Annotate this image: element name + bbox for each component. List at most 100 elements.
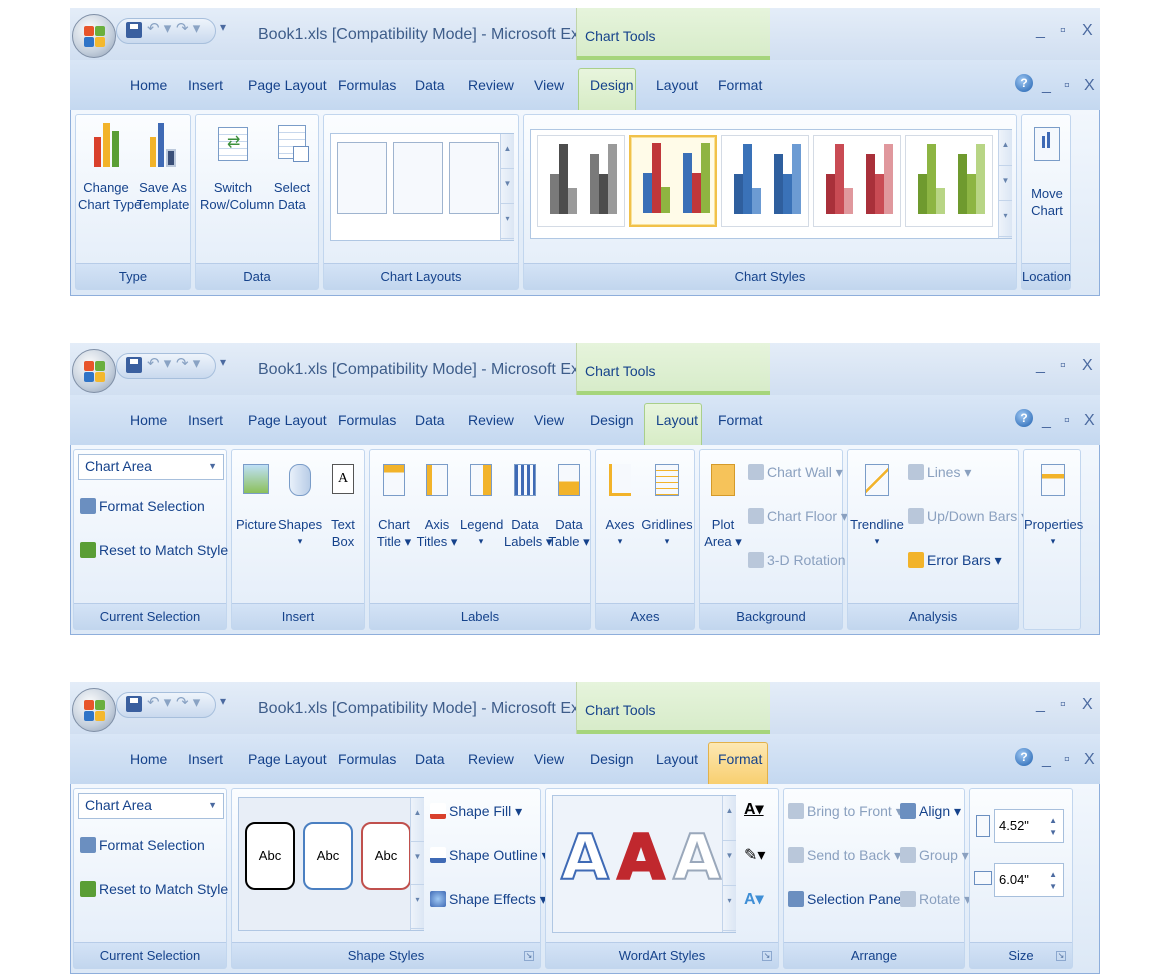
tab-layout[interactable]: Layout: [656, 412, 698, 428]
tab-format[interactable]: Format: [718, 412, 762, 428]
chart-style-thumb-4[interactable]: [813, 135, 901, 227]
save-icon[interactable]: [126, 22, 142, 38]
restore-button[interactable]: ▫: [1060, 22, 1066, 40]
dialog-launcher-icon[interactable]: ↘: [1056, 951, 1066, 961]
doc-minimize-button[interactable]: _: [1042, 77, 1051, 95]
tab-design[interactable]: Design: [590, 77, 634, 93]
picture-button[interactable]: Picture: [236, 464, 276, 533]
tab-insert[interactable]: Insert: [188, 77, 223, 93]
wordart-styles-scrollbar[interactable]: ▲ ▼ ▾: [722, 796, 736, 932]
text-fill-icon[interactable]: A▾: [744, 799, 764, 819]
move-chart-button[interactable]: Move Chart: [1024, 125, 1070, 219]
customize-qat-icon[interactable]: ▾: [220, 20, 226, 34]
reset-to-match-style-button[interactable]: Reset to Match Style: [80, 881, 228, 897]
undo-icon[interactable]: ↶ ▾: [147, 19, 171, 37]
shape-fill-button[interactable]: Shape Fill ▾: [430, 803, 522, 820]
spin-up-icon[interactable]: ▲: [1049, 870, 1057, 880]
align-button[interactable]: Align ▾: [900, 803, 961, 820]
chart-element-dropdown[interactable]: Chart Area ▼: [78, 793, 224, 819]
axis-titles-button[interactable]: Axis Titles ▾: [416, 464, 458, 550]
spin-up-icon[interactable]: ▲: [1049, 816, 1057, 826]
tab-home[interactable]: Home: [130, 77, 167, 93]
chart-element-dropdown[interactable]: Chart Area ▼: [78, 454, 224, 480]
group-button[interactable]: Group ▾: [900, 847, 969, 864]
doc-restore-button[interactable]: ▫: [1064, 412, 1070, 430]
chart-layout-thumb-3[interactable]: [449, 142, 499, 214]
trendline-button[interactable]: Trendline ▾: [850, 464, 904, 550]
text-box-button[interactable]: A Text Box: [324, 464, 362, 550]
axes-button[interactable]: Axes ▾: [600, 464, 640, 550]
dialog-launcher-icon[interactable]: ↘: [524, 951, 534, 961]
close-button[interactable]: X: [1082, 22, 1093, 40]
chart-style-thumb-2[interactable]: [629, 135, 717, 227]
chart-style-thumb-5[interactable]: [905, 135, 993, 227]
tab-home[interactable]: Home: [130, 751, 167, 767]
tab-page-layout[interactable]: Page Layout: [248, 751, 327, 767]
help-icon[interactable]: ?: [1015, 74, 1033, 92]
tab-layout[interactable]: Layout: [656, 751, 698, 767]
chart-floor-button[interactable]: Chart Floor ▾: [748, 508, 848, 525]
save-icon[interactable]: [126, 696, 142, 712]
tab-data[interactable]: Data: [415, 412, 445, 428]
spin-down-icon[interactable]: ▼: [1049, 882, 1057, 892]
shape-style-thumb-3[interactable]: Abc: [361, 822, 411, 890]
doc-close-button[interactable]: X: [1084, 751, 1095, 769]
office-button[interactable]: [72, 14, 116, 58]
chart-layout-thumb-2[interactable]: [393, 142, 443, 214]
minimize-button[interactable]: _: [1036, 696, 1045, 714]
office-button[interactable]: [72, 349, 116, 393]
tab-formulas[interactable]: Formulas: [338, 412, 396, 428]
shape-styles-scrollbar[interactable]: ▲ ▼ ▾: [410, 798, 424, 930]
help-icon[interactable]: ?: [1015, 409, 1033, 427]
restore-button[interactable]: ▫: [1060, 357, 1066, 375]
tab-view[interactable]: View: [534, 412, 564, 428]
dialog-launcher-icon[interactable]: ↘: [762, 951, 772, 961]
tab-format[interactable]: Format: [718, 751, 762, 767]
reset-to-match-style-button[interactable]: Reset to Match Style: [80, 542, 228, 558]
text-outline-icon[interactable]: ✎▾: [744, 845, 765, 865]
gridlines-button[interactable]: Gridlines ▾: [640, 464, 694, 550]
tab-formulas[interactable]: Formulas: [338, 77, 396, 93]
height-input[interactable]: 4.52" ▲ ▼: [994, 809, 1064, 843]
shape-effects-button[interactable]: Shape Effects ▾: [430, 891, 547, 908]
text-effects-icon[interactable]: A▾: [744, 889, 764, 909]
tab-layout[interactable]: Layout: [656, 77, 698, 93]
chart-title-button[interactable]: Chart Title ▾: [374, 464, 414, 550]
spin-down-icon[interactable]: ▼: [1049, 828, 1057, 838]
tab-format[interactable]: Format: [718, 77, 762, 93]
tab-home[interactable]: Home: [130, 412, 167, 428]
shapes-button[interactable]: Shapes ▾: [278, 464, 322, 550]
close-button[interactable]: X: [1082, 357, 1093, 375]
redo-icon[interactable]: ↷ ▾: [176, 693, 200, 711]
minimize-button[interactable]: _: [1036, 22, 1045, 40]
tab-design[interactable]: Design: [590, 751, 634, 767]
tab-review[interactable]: Review: [468, 412, 514, 428]
format-selection-button[interactable]: Format Selection: [80, 498, 205, 514]
tab-page-layout[interactable]: Page Layout: [248, 77, 327, 93]
save-icon[interactable]: [126, 357, 142, 373]
tab-data[interactable]: Data: [415, 751, 445, 767]
customize-qat-icon[interactable]: ▾: [220, 355, 226, 369]
save-as-template-button[interactable]: Save As Template: [136, 123, 190, 213]
chart-layout-thumb-1[interactable]: [337, 142, 387, 214]
switch-row-column-button[interactable]: ⇄ Switch Row/Column: [200, 123, 274, 213]
plot-area-button[interactable]: Plot Area ▾: [704, 464, 742, 550]
close-button[interactable]: X: [1082, 696, 1093, 714]
undo-icon[interactable]: ↶ ▾: [147, 354, 171, 372]
shape-outline-button[interactable]: Shape Outline ▾: [430, 847, 549, 864]
chart-wall-button[interactable]: Chart Wall ▾: [748, 464, 843, 481]
chart-styles-scrollbar[interactable]: ▲ ▼ ▾: [998, 130, 1012, 238]
change-chart-type-button[interactable]: Change Chart Type: [78, 123, 141, 213]
shape-style-thumb-2[interactable]: Abc: [303, 822, 353, 890]
tab-page-layout[interactable]: Page Layout: [248, 412, 327, 428]
data-table-button[interactable]: Data Table ▾: [548, 464, 590, 550]
doc-minimize-button[interactable]: _: [1042, 412, 1051, 430]
chart-style-thumb-3[interactable]: [721, 135, 809, 227]
tab-design[interactable]: Design: [590, 412, 634, 428]
restore-button[interactable]: ▫: [1060, 696, 1066, 714]
tab-view[interactable]: View: [534, 77, 564, 93]
tab-view[interactable]: View: [534, 751, 564, 767]
3d-rotation-button[interactable]: 3-D Rotation: [748, 552, 846, 568]
redo-icon[interactable]: ↷ ▾: [176, 19, 200, 37]
chart-layouts-scrollbar[interactable]: ▲ ▼ ▾: [500, 134, 514, 240]
